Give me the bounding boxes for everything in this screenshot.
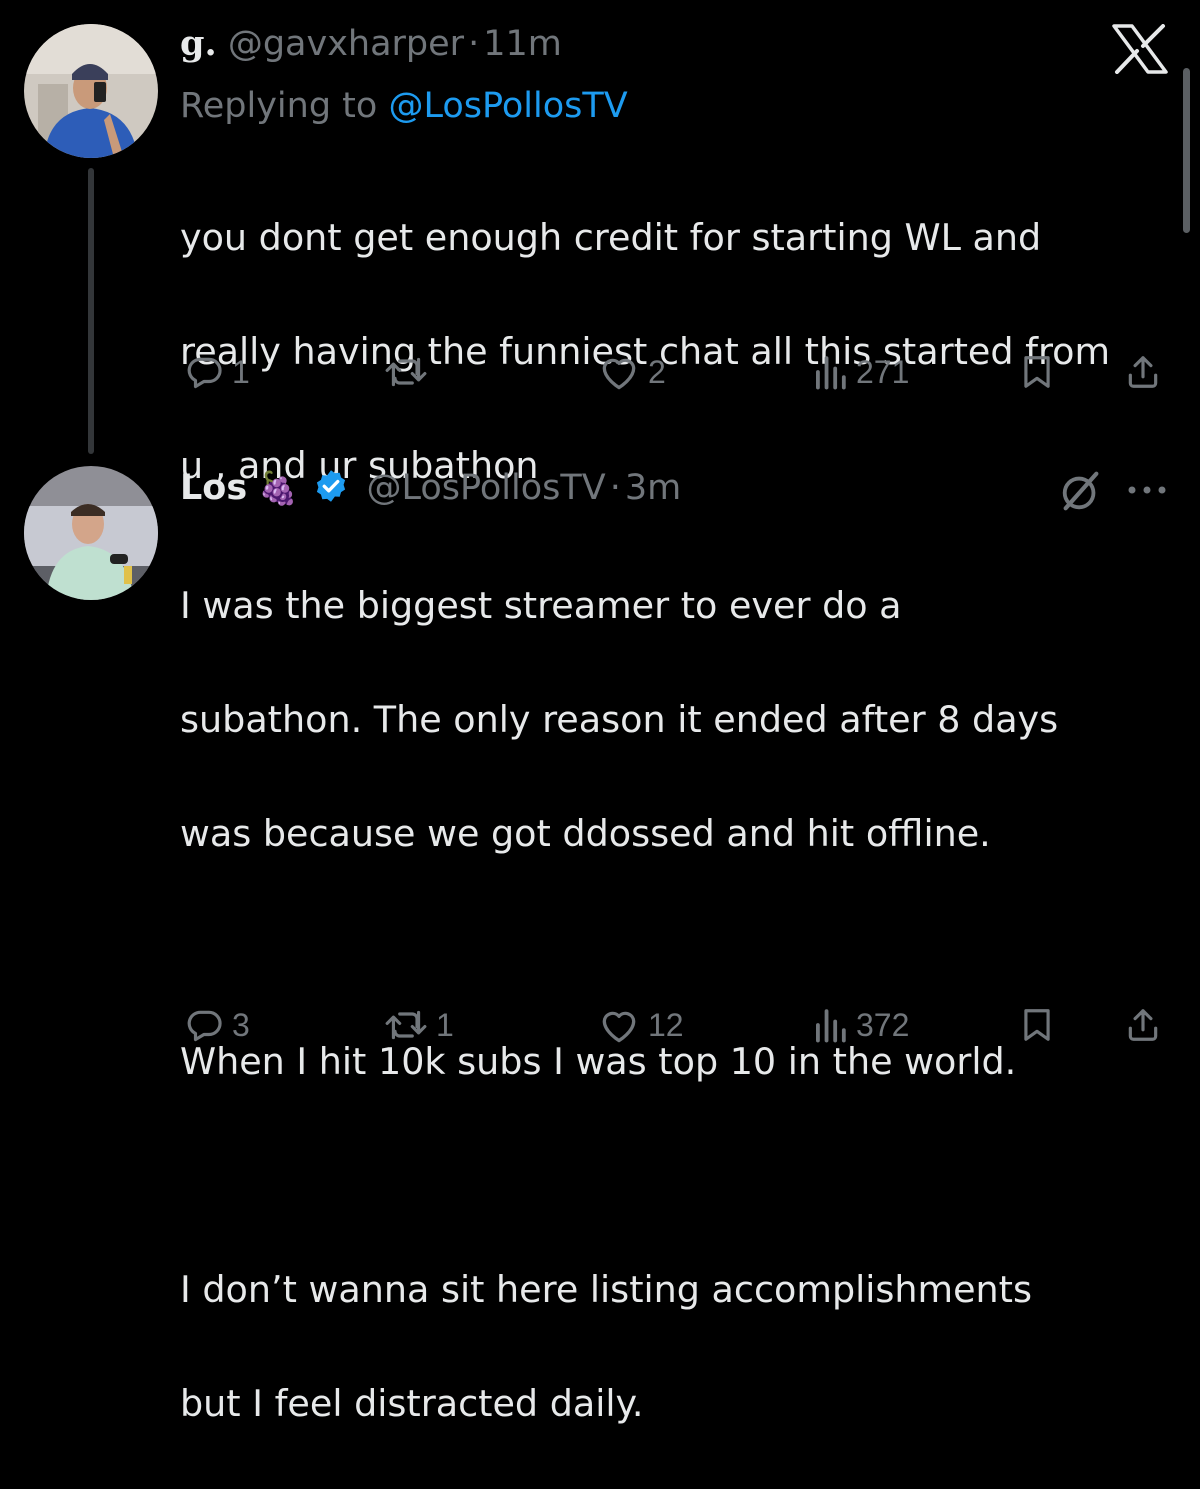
reply-count: 1: [232, 353, 250, 390]
bookmark-icon: [1024, 1009, 1050, 1041]
heart-icon: [602, 1011, 636, 1043]
like-count: 12: [648, 1006, 684, 1043]
share-button[interactable]: [1124, 1000, 1162, 1050]
main-action-bar: 3 1 12 372: [180, 1000, 1170, 1050]
x-logo[interactable]: [1110, 24, 1170, 74]
views-button[interactable]: 372: [812, 1000, 909, 1050]
main-separator: ·: [609, 468, 621, 508]
repost-button[interactable]: 1: [384, 1000, 454, 1050]
main-text-line: [180, 1147, 1180, 1204]
views-count: 372: [856, 1006, 910, 1043]
reply-header: g. @gavxharper · 11m: [180, 22, 562, 66]
reply-time[interactable]: 11m: [483, 24, 562, 64]
thread-connector: [88, 168, 94, 454]
replying-to-line: Replying to @LosPollosTV: [180, 84, 628, 128]
views-button[interactable]: 271: [812, 347, 909, 397]
reply-icon: [187, 1010, 222, 1042]
views-icon: [816, 356, 846, 390]
share-button[interactable]: [1124, 347, 1162, 397]
like-count: 2: [648, 353, 666, 390]
heart-icon: [602, 358, 636, 390]
reply-icon: [187, 357, 222, 389]
main-text-line: but I feel distracted daily.: [180, 1382, 644, 1425]
avatar-gavxharper[interactable]: [24, 24, 158, 158]
views-icon: [816, 1009, 846, 1043]
repost-icon: [385, 357, 427, 387]
views-count: 271: [856, 353, 910, 390]
avatar-lospollostv[interactable]: [24, 466, 158, 600]
main-header: Los 🍇 @LosPollosTV · 3m: [180, 466, 681, 515]
share-icon: [1128, 356, 1158, 388]
main-handle[interactable]: @LosPollosTV: [366, 468, 605, 508]
scrollbar[interactable]: [1183, 68, 1190, 233]
like-button[interactable]: 2: [598, 347, 666, 397]
more-options-icon[interactable]: [1124, 482, 1170, 501]
reply-button[interactable]: 1: [186, 347, 250, 397]
main-time[interactable]: 3m: [625, 468, 681, 508]
main-text-line: [180, 919, 1180, 976]
repost-button[interactable]: [384, 347, 436, 397]
verified-badge-icon[interactable]: [313, 468, 349, 515]
bookmark-button[interactable]: [1018, 347, 1056, 397]
bookmark-button[interactable]: [1018, 1000, 1056, 1050]
main-display-name[interactable]: Los: [180, 468, 247, 508]
main-text-line: was because we got ddossed and hit offli…: [180, 812, 991, 855]
main-text-line: subathon. The only reason it ended after…: [180, 698, 1059, 741]
replying-to-prefix: Replying to: [180, 86, 378, 126]
reply-button[interactable]: 3: [186, 1000, 250, 1050]
reply-display-name[interactable]: g.: [180, 23, 217, 64]
bookmark-icon: [1024, 356, 1050, 388]
share-icon: [1128, 1009, 1158, 1041]
repost-count: 1: [436, 1006, 454, 1043]
reply-count: 3: [232, 1006, 250, 1043]
main-text-line: I don’t wanna sit here listing accomplis…: [180, 1268, 1033, 1311]
main-text-line: I was the biggest streamer to ever do a: [180, 584, 902, 627]
reply-text-line: you dont get enough credit for starting …: [180, 216, 1042, 259]
like-button[interactable]: 12: [598, 1000, 684, 1050]
replying-to-handle[interactable]: @LosPollosTV: [388, 86, 627, 126]
grapes-emoji: 🍇: [258, 469, 299, 507]
reply-separator: ·: [468, 24, 480, 64]
repost-icon: [385, 1010, 427, 1040]
reply-action-bar: 1 2 271: [180, 347, 1170, 397]
reply-handle[interactable]: @gavxharper: [228, 24, 464, 64]
grok-icon[interactable]: [1058, 468, 1104, 518]
